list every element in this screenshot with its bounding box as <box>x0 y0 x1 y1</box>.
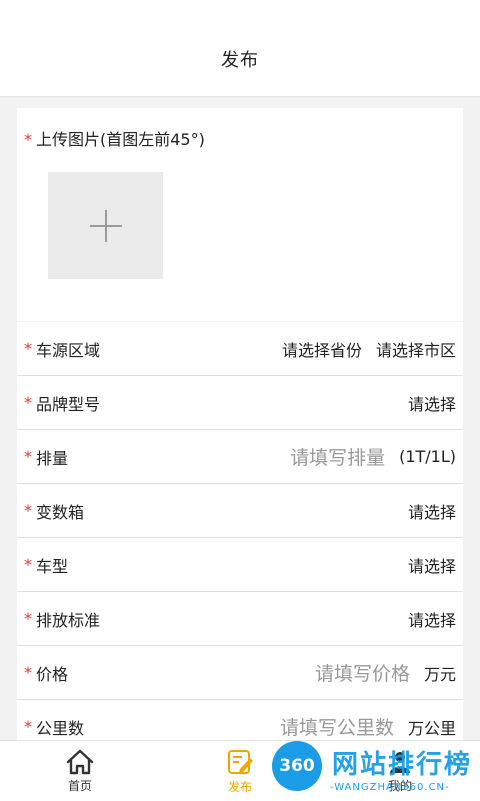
upload-section: * 上传图片(首图左前45°) <box>17 108 463 321</box>
required-mark: * <box>24 393 32 412</box>
form-row-emission[interactable]: * 排放标准 请选择 <box>17 592 463 646</box>
price-label: 价格 <box>36 664 69 684</box>
car-type-label: 车型 <box>36 556 69 576</box>
required-mark: * <box>24 339 32 358</box>
form-row-brand[interactable]: * 品牌型号 请选择 <box>17 376 463 430</box>
required-mark: * <box>24 717 32 736</box>
emission-select[interactable]: 请选择 <box>408 607 456 631</box>
tab-mine[interactable]: 我的 <box>360 741 440 801</box>
car-type-select[interactable]: 请选择 <box>408 553 456 577</box>
page-title: 发布 <box>221 50 259 71</box>
brand-label: 品牌型号 <box>36 394 101 414</box>
form-row-transmission[interactable]: * 变数箱 请选择 <box>17 484 463 538</box>
publish-form: * 车源区域 请选择省份 请选择市区 * 品牌型号 请选择 * 排量 请填写排量 (1… <box>17 322 463 742</box>
transmission-select[interactable]: 请选择 <box>408 499 456 523</box>
brand-select[interactable]: 请选择 <box>408 391 456 415</box>
mileage-unit: 万公里 <box>407 718 456 738</box>
displacement-label: 排量 <box>36 448 69 468</box>
emission-label: 排放标准 <box>36 610 101 630</box>
tab-publish[interactable]: 发布 <box>200 741 280 801</box>
required-mark: * <box>24 609 32 628</box>
price-unit: 万元 <box>423 664 456 684</box>
mileage-label: 公里数 <box>36 718 85 738</box>
upload-label-text: 上传图片(首图左前45°) <box>36 130 205 149</box>
bottom-tab-bar: 首页 发布 我的 <box>0 740 480 801</box>
home-icon <box>66 749 94 774</box>
price-input[interactable]: 请填写价格 <box>315 659 410 686</box>
form-row-displacement: * 排量 请填写排量 (1T/1L) <box>17 430 463 484</box>
transmission-label: 变数箱 <box>36 502 85 522</box>
tab-publish-label: 发布 <box>227 779 252 794</box>
displacement-input[interactable]: 请填写排量 <box>290 443 385 470</box>
required-mark: * <box>24 501 32 520</box>
form-row-car-type[interactable]: * 车型 请选择 <box>17 538 463 592</box>
add-photo-button[interactable] <box>48 172 163 279</box>
upload-label: * 上传图片(首图左前45°) <box>24 126 205 150</box>
mileage-input[interactable]: 请填写公里数 <box>280 713 394 740</box>
tab-home-label: 首页 <box>67 778 92 793</box>
tab-home[interactable]: 首页 <box>40 741 120 801</box>
region-label: 车源区域 <box>36 340 101 360</box>
required-mark: * <box>24 555 32 574</box>
city-select[interactable]: 请选择市区 <box>376 337 456 361</box>
required-mark: * <box>24 447 32 466</box>
required-mark: * <box>24 130 32 149</box>
displacement-unit: (1T/1L) <box>399 447 456 466</box>
tab-mine-label: 我的 <box>387 778 412 793</box>
edit-icon <box>228 749 253 774</box>
form-row-mileage: * 公里数 请填写公里数 万公里 <box>17 700 463 742</box>
plus-icon <box>89 209 122 242</box>
top-bar: 发布 <box>0 0 480 96</box>
province-select[interactable]: 请选择省份 <box>282 337 362 361</box>
form-row-region: * 车源区域 请选择省份 请选择市区 <box>17 322 463 376</box>
required-mark: * <box>24 663 32 682</box>
form-row-price: * 价格 请填写价格 万元 <box>17 646 463 700</box>
user-icon <box>390 751 410 773</box>
